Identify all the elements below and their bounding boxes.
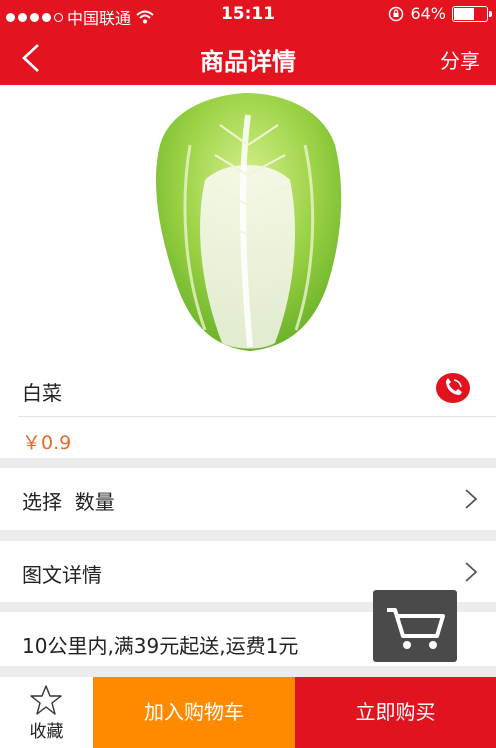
favorite-label: 收藏 — [29, 722, 64, 742]
product-price: ￥0.9 — [22, 432, 72, 454]
select-quantity-label: 选择 数量 — [22, 490, 115, 514]
divider — [18, 416, 496, 417]
star-icon — [30, 685, 62, 715]
select-quantity-row[interactable]: 选择 数量 — [0, 468, 496, 530]
floating-cart-button[interactable] — [373, 590, 457, 662]
product-name: 白菜 — [22, 381, 62, 405]
bottom-action-bar: 收藏 加入购物车 立即购买 — [0, 677, 496, 748]
battery-icon — [452, 5, 492, 22]
chevron-right-icon — [465, 489, 478, 509]
status-bar: 中国联通 15:11 64% — [0, 0, 496, 30]
rotation-lock-icon — [389, 6, 404, 21]
status-right: 64% — [388, 4, 492, 23]
napa-cabbage-image — [155, 93, 342, 351]
chevron-right-icon — [465, 562, 478, 582]
header: 中国联通 15:11 64% 商品详情 分享 — [0, 0, 496, 85]
page-title: 商品详情 — [200, 48, 296, 76]
shopping-cart-icon — [387, 608, 445, 649]
product-info: 白菜 ￥0.9 — [0, 355, 496, 458]
phone-icon[interactable] — [435, 372, 471, 404]
buy-now-button[interactable]: 立即购买 — [295, 677, 496, 748]
image-text-detail-label: 图文详情 — [22, 563, 102, 587]
nav-bar: 商品详情 分享 — [0, 30, 496, 85]
favorite-button[interactable]: 收藏 — [0, 677, 93, 748]
delivery-note: 10公里内,满39元起送,运费1元 — [22, 634, 299, 658]
add-to-cart-button[interactable]: 加入购物车 — [93, 677, 295, 748]
battery-percent: 64% — [410, 4, 446, 23]
product-image — [0, 85, 496, 355]
share-button[interactable]: 分享 — [440, 45, 480, 74]
